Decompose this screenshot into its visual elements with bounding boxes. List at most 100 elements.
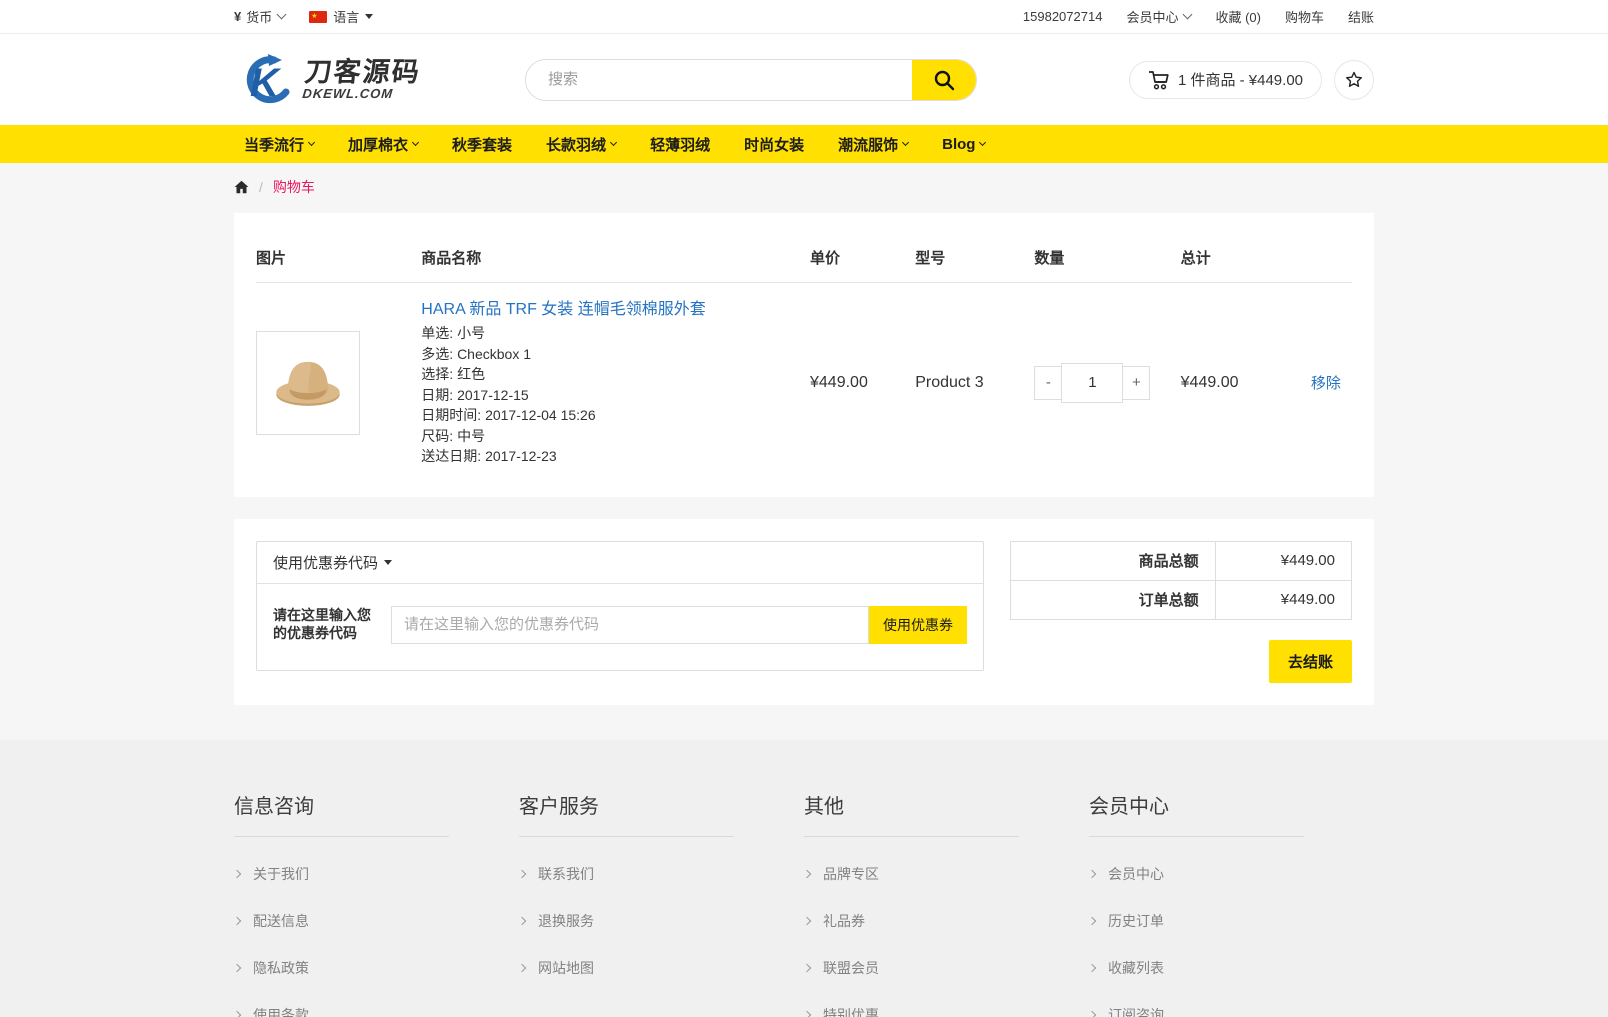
footer-link-item[interactable]: 配送信息 [234, 911, 519, 931]
topbar-link-label: 购物车 [1285, 7, 1324, 26]
product-option: 单选: 小号 [421, 323, 810, 344]
cart-table: 图片 商品名称 单价 型号 数量 总计 [256, 235, 1352, 467]
footer-link-item[interactable]: 联盟会员 [804, 958, 1089, 978]
footer-link-label[interactable]: 退换服务 [538, 911, 594, 931]
chevron-right-icon [233, 869, 241, 877]
footer-column: 其他 品牌专区 礼品券 [804, 790, 1089, 1017]
chevron-right-icon [233, 963, 241, 971]
footer-link-item[interactable]: 历史订单 [1089, 911, 1374, 931]
footer-link-item[interactable]: 使用条款 [234, 1005, 519, 1017]
apply-coupon-button[interactable]: 使用优惠券 [869, 606, 967, 644]
topbar-link[interactable]: 收藏 (0) [1215, 7, 1261, 26]
chevron-right-icon [518, 869, 526, 877]
chevron-right-icon [518, 963, 526, 971]
col-header-model: 型号 [915, 235, 1034, 283]
footer-link-item[interactable]: 会员中心 [1089, 864, 1374, 884]
product-name-link[interactable]: HARA 新品 TRF 女装 连帽毛领棉服外套 [421, 295, 705, 319]
chevron-down-icon [610, 138, 617, 145]
footer-link-label[interactable]: 关于我们 [253, 864, 309, 884]
header: K 刀客源码 DKEWL.COM [0, 34, 1608, 125]
nav-item[interactable]: 当季流行 [244, 134, 314, 155]
language-selector[interactable]: ★ 语言 [309, 7, 373, 26]
nav-item-label: 当季流行 [244, 134, 304, 155]
footer-column-title: 会员中心 [1089, 790, 1374, 819]
totals-row: 商品总额 ¥449.00 [1011, 541, 1352, 580]
search-icon [932, 68, 956, 92]
nav-item[interactable]: 秋季套装 [452, 134, 512, 155]
footer-link-label[interactable]: 使用条款 [253, 1005, 309, 1017]
nav-item[interactable]: 时尚女装 [744, 134, 804, 155]
footer-link-label[interactable]: 网站地图 [538, 958, 594, 978]
search-button[interactable] [912, 60, 976, 100]
footer-column-title: 信息咨询 [234, 790, 519, 819]
logo-title: 刀客源码 [303, 58, 422, 86]
col-header-quantity: 数量 [1034, 235, 1180, 283]
coupon-code-input[interactable] [391, 606, 869, 644]
footer-link-label[interactable]: 会员中心 [1108, 864, 1164, 884]
totals-row: 订单总额 ¥449.00 [1011, 580, 1352, 619]
footer-link-item[interactable]: 关于我们 [234, 864, 519, 884]
footer-link-item[interactable]: 网站地图 [519, 958, 804, 978]
nav-item[interactable]: 加厚棉衣 [348, 134, 418, 155]
quantity-increase-button[interactable]: + [1122, 366, 1150, 400]
nav-item-label: 潮流服饰 [838, 134, 898, 155]
footer-link-label[interactable]: 隐私政策 [253, 958, 309, 978]
footer-link-item[interactable]: 隐私政策 [234, 958, 519, 978]
search-input[interactable] [526, 60, 912, 100]
footer: 信息咨询 关于我们 配送信息 [0, 740, 1608, 1017]
footer-divider [519, 836, 734, 837]
summary-panel: 使用优惠券代码 请在这里输入您的优惠券代码 使用优惠券 商品总额 ¥449.00… [234, 519, 1374, 705]
footer-link-label[interactable]: 收藏列表 [1108, 958, 1164, 978]
breadcrumb-home[interactable] [234, 180, 249, 194]
quantity-input[interactable] [1061, 363, 1123, 403]
chevron-right-icon [803, 916, 811, 924]
footer-link-item[interactable]: 礼品券 [804, 911, 1089, 931]
nav-item-label: 秋季套装 [452, 134, 512, 155]
footer-link-label[interactable]: 历史订单 [1108, 911, 1164, 931]
product-thumbnail[interactable] [256, 331, 360, 435]
footer-link-label[interactable]: 联系我们 [538, 864, 594, 884]
totals-table: 商品总额 ¥449.00 订单总额 ¥449.00 [1010, 541, 1352, 620]
svg-text:K: K [250, 61, 282, 105]
wishlist-button[interactable] [1334, 60, 1374, 100]
footer-link-label[interactable]: 品牌专区 [823, 864, 879, 884]
col-header-price: 单价 [810, 235, 915, 283]
footer-link-item[interactable]: 特别优惠 [804, 1005, 1089, 1017]
nav-item-label: 轻薄羽绒 [650, 134, 710, 155]
footer-link-item[interactable]: 订阅咨询 [1089, 1005, 1374, 1017]
footer-link-label[interactable]: 联盟会员 [823, 958, 879, 978]
product-option: 日期时间: 2017-12-04 15:26 [421, 405, 810, 426]
currency-selector[interactable]: ¥ 货币 [234, 7, 285, 26]
coupon-panel-toggle[interactable]: 使用优惠券代码 [257, 542, 983, 584]
site-logo[interactable]: K 刀客源码 DKEWL.COM [234, 52, 525, 108]
nav-item[interactable]: Blog [942, 136, 985, 153]
footer-link-label[interactable]: 礼品券 [823, 911, 865, 931]
footer-link-label[interactable]: 特别优惠 [823, 1005, 879, 1017]
footer-link-label[interactable]: 订阅咨询 [1108, 1005, 1164, 1017]
footer-link-item[interactable]: 联系我们 [519, 864, 804, 884]
col-header-name: 商品名称 [421, 235, 810, 283]
chevron-right-icon [1088, 963, 1096, 971]
nav-item[interactable]: 轻薄羽绒 [650, 134, 710, 155]
nav-item[interactable]: 长款羽绒 [546, 134, 616, 155]
footer-divider [1089, 836, 1304, 837]
phone-number: 15982072714 [1023, 9, 1103, 24]
checkout-button[interactable]: 去结账 [1269, 640, 1352, 683]
footer-link-item[interactable]: 收藏列表 [1089, 958, 1374, 978]
header-cart-summary[interactable]: 1 件商品 - ¥449.00 [1129, 61, 1322, 99]
footer-link-item[interactable]: 品牌专区 [804, 864, 1089, 884]
currency-symbol: ¥ [234, 9, 241, 24]
quantity-decrease-button[interactable]: - [1034, 366, 1062, 400]
topbar-link[interactable]: 结账 [1348, 7, 1374, 26]
nav-item[interactable]: 潮流服饰 [838, 134, 908, 155]
topbar-link[interactable]: 购物车 [1285, 7, 1324, 26]
remove-item-link[interactable]: 移除 [1311, 375, 1341, 392]
topbar-link-label: 会员中心 [1126, 7, 1178, 26]
chevron-right-icon [803, 1010, 811, 1017]
chevron-down-icon [979, 138, 986, 145]
topbar-link[interactable]: 会员中心 [1126, 7, 1191, 26]
product-option: 选择: 红色 [421, 364, 810, 385]
footer-link-item[interactable]: 退换服务 [519, 911, 804, 931]
footer-link-label[interactable]: 配送信息 [253, 911, 309, 931]
currency-label: 货币 [246, 7, 272, 26]
